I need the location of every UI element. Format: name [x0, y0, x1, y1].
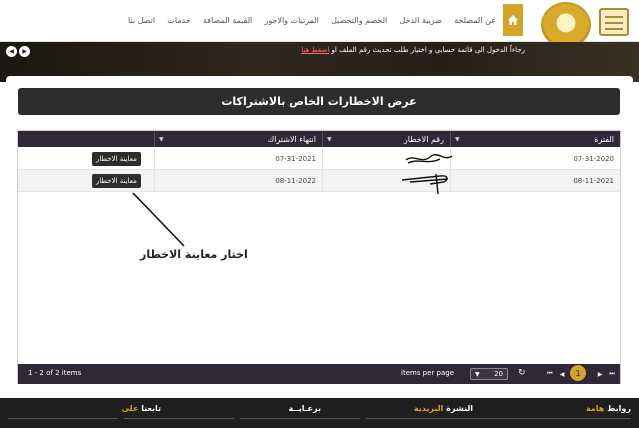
nav-item-about[interactable]: عن المصلحة: [452, 16, 498, 25]
ticker-prev-icon[interactable]: ◀: [6, 46, 17, 57]
next-page-icon[interactable]: ▶: [594, 368, 606, 380]
cell-period: 07-31-2020: [450, 148, 620, 170]
cell-period: 08-11-2021: [450, 170, 620, 192]
footer-news-b: البريدية: [413, 404, 444, 413]
column-menu-icon[interactable]: ▼: [327, 136, 332, 143]
footer-divider: [8, 418, 118, 419]
footer-links-b: هامة: [585, 404, 605, 413]
news-ticker: رجاءاً الدخول الى قائمة حسابي و اختيار ط…: [301, 46, 525, 54]
grid-pager: 1 - 2 of 2 items items per page ▼ 20 ↻ ⏮…: [18, 364, 620, 384]
footer-divider: [240, 418, 360, 419]
footer-links-heading: روابط هامة: [586, 404, 631, 413]
redaction-scribble: [405, 154, 453, 164]
footer-follow-b: على: [121, 404, 139, 413]
notices-grid: الفترة ▼ رقم الاخطار ▼ انتهاء الاشتراك ▼…: [17, 130, 621, 384]
footer-links-a: روابط: [607, 404, 631, 413]
column-notice-number-label: رقم الاخطار: [403, 134, 444, 144]
pager-info: 1 - 2 of 2 items: [28, 369, 82, 377]
column-menu-icon[interactable]: ▼: [455, 136, 460, 143]
footer-follow-a: تابعنا: [141, 404, 161, 413]
chevron-down-icon: ▼: [475, 370, 480, 378]
nav-item-contact[interactable]: اتصل بنا: [126, 16, 157, 25]
nav-item-vat[interactable]: القيمة المضافة: [201, 16, 254, 25]
current-page-button[interactable]: 1: [570, 365, 586, 381]
nav-item-income-tax[interactable]: ضريبة الدخل: [397, 16, 444, 25]
content-card: عرض الاخطارات الخاص بالاشتراكات الفترة ▼…: [6, 76, 633, 393]
footer-divider: [366, 418, 631, 419]
home-button[interactable]: [503, 4, 523, 36]
top-navigation: عن المصلحة ضريبة الدخل الخصم والتحصيل ال…: [0, 0, 639, 48]
footer-divider: [124, 418, 234, 419]
nav-item-salaries[interactable]: المرتبات والاجور: [262, 16, 320, 25]
redaction-scribble: [401, 173, 449, 195]
last-page-icon[interactable]: ⏭: [606, 368, 618, 380]
nav-item-withholding[interactable]: الخصم والتحصيل: [329, 16, 389, 25]
footer-news-a: النشرة: [446, 404, 473, 413]
prev-page-icon[interactable]: ◀: [556, 368, 568, 380]
ticker-controls: ◀ ▶: [6, 46, 30, 57]
ticker-next-icon[interactable]: ▶: [19, 46, 30, 57]
page-title: عرض الاخطارات الخاص بالاشتراكات: [18, 88, 620, 115]
footer-sponsor-heading: برعـايــة: [288, 404, 321, 413]
building-emblem-icon: [599, 8, 629, 36]
site-logo[interactable]: [525, 2, 633, 48]
column-notice-number[interactable]: رقم الاخطار ▼: [322, 131, 450, 147]
items-per-page-label: items per page: [401, 369, 455, 377]
main-menu: عن المصلحة ضريبة الدخل الخصم والتحصيل ال…: [126, 10, 498, 30]
column-expiry-label: انتهاء الاشتراك: [267, 134, 316, 144]
site-footer: روابط هامة النشرة البريدية برعـايــة تاب…: [0, 398, 639, 428]
items-per-page-select[interactable]: ▼ 20: [470, 368, 508, 380]
footer-follow-heading: تابعنا على: [122, 404, 161, 413]
annotation-label: اختار معاينة الاخطار: [140, 248, 248, 261]
items-per-page-value: 20: [494, 370, 503, 378]
refresh-icon[interactable]: ↻: [518, 368, 526, 378]
ticker-link[interactable]: اضغط هنا: [301, 46, 329, 54]
nav-item-services[interactable]: خدمات: [165, 16, 192, 25]
home-icon: [508, 15, 518, 25]
first-page-icon[interactable]: ⏮: [544, 368, 556, 380]
footer-newsletter-heading: النشرة البريدية: [414, 404, 473, 413]
column-period-label: الفترة: [594, 134, 614, 144]
column-period[interactable]: الفترة ▼: [450, 131, 620, 147]
ticker-text: رجاءاً الدخول الى قائمة حسابي و اختيار ط…: [331, 46, 525, 54]
